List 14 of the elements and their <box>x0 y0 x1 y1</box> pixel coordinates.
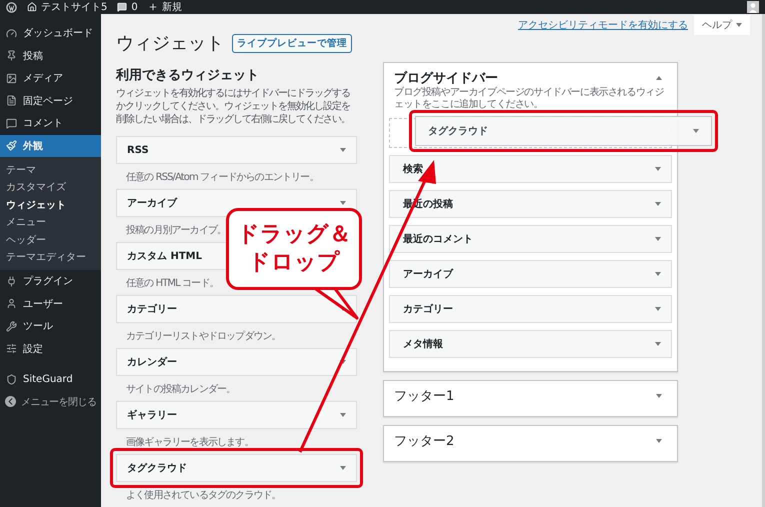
widget-description: カテゴリーリストやドロップダウン。 <box>126 330 281 344</box>
sidebar-title: フッター1 <box>394 388 454 404</box>
sidebar-title: フッター2 <box>394 432 454 450</box>
section-description: ウィジェットを有効化するにはサイドバーにドラッグするかクリックしてください。ウィジェットを無効化し設定を削除したい場合は、ドラッグして右側に戻してください。 <box>116 87 351 126</box>
section-heading: 利用できるウィジェット <box>116 67 260 84</box>
widget-description: 画像ギャラリーを表示します。 <box>126 436 254 450</box>
widget-description: よく使用されているタグのクラウド。 <box>126 488 281 502</box>
widget-description: 任意の RSS/Atom フィードからのエントリー。 <box>126 170 318 184</box>
widget-description: 任意の HTML コード。 <box>126 276 218 290</box>
widget-description: サイトの投稿カレンダー。 <box>126 382 236 396</box>
sidebar-title: ブログサイドバー <box>394 70 498 86</box>
sidebar-description: ブログ投稿やアーカイブページのサイドバーに表示されるウィジェットをここに追加してください。 <box>393 87 665 111</box>
widget-description: 投稿の月別アーカイブ。 <box>126 224 226 238</box>
page-title: ウィジェット <box>116 32 224 55</box>
